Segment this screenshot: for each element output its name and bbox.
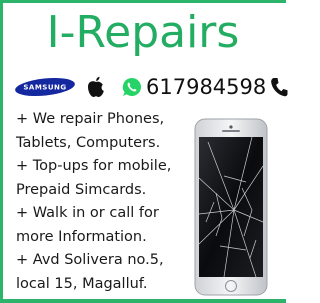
brand-row: SAMSUNG 617984598: [0, 70, 288, 104]
border-top: [0, 0, 286, 3]
advertisement: I-Repairs SAMSUNG 617984598 + We repair …: [0, 0, 288, 303]
samsung-logo: SAMSUNG: [15, 77, 75, 97]
samsung-logo-text: SAMSUNG: [23, 84, 66, 92]
phone-number: 617984598: [146, 75, 267, 99]
cracked-phone-image: [194, 118, 268, 296]
shop-title: I-Repairs: [46, 7, 240, 58]
service-3-line-2: more Information.: [16, 228, 147, 245]
service-1-line-1: + We repair Phones,: [16, 111, 165, 127]
service-3-line-1: + Walk in or call for: [16, 205, 159, 221]
phone-icon: [271, 78, 288, 97]
service-2-line-1: + Top-ups for mobile,: [16, 158, 172, 174]
service-4-line-2: local 15, Magalluf.: [16, 275, 148, 292]
apple-icon: [88, 76, 104, 97]
whatsapp-icon: [122, 77, 141, 96]
service-1-line-2: Tablets, Computers.: [16, 134, 161, 151]
service-4-line-1: + Avd Solivera no.5,: [16, 252, 164, 268]
service-2-line-2: Prepaid Simcards.: [16, 181, 147, 198]
border-bottom: [0, 299, 286, 303]
services-list: + We repair Phones, Tablets, Computers. …: [16, 108, 201, 296]
